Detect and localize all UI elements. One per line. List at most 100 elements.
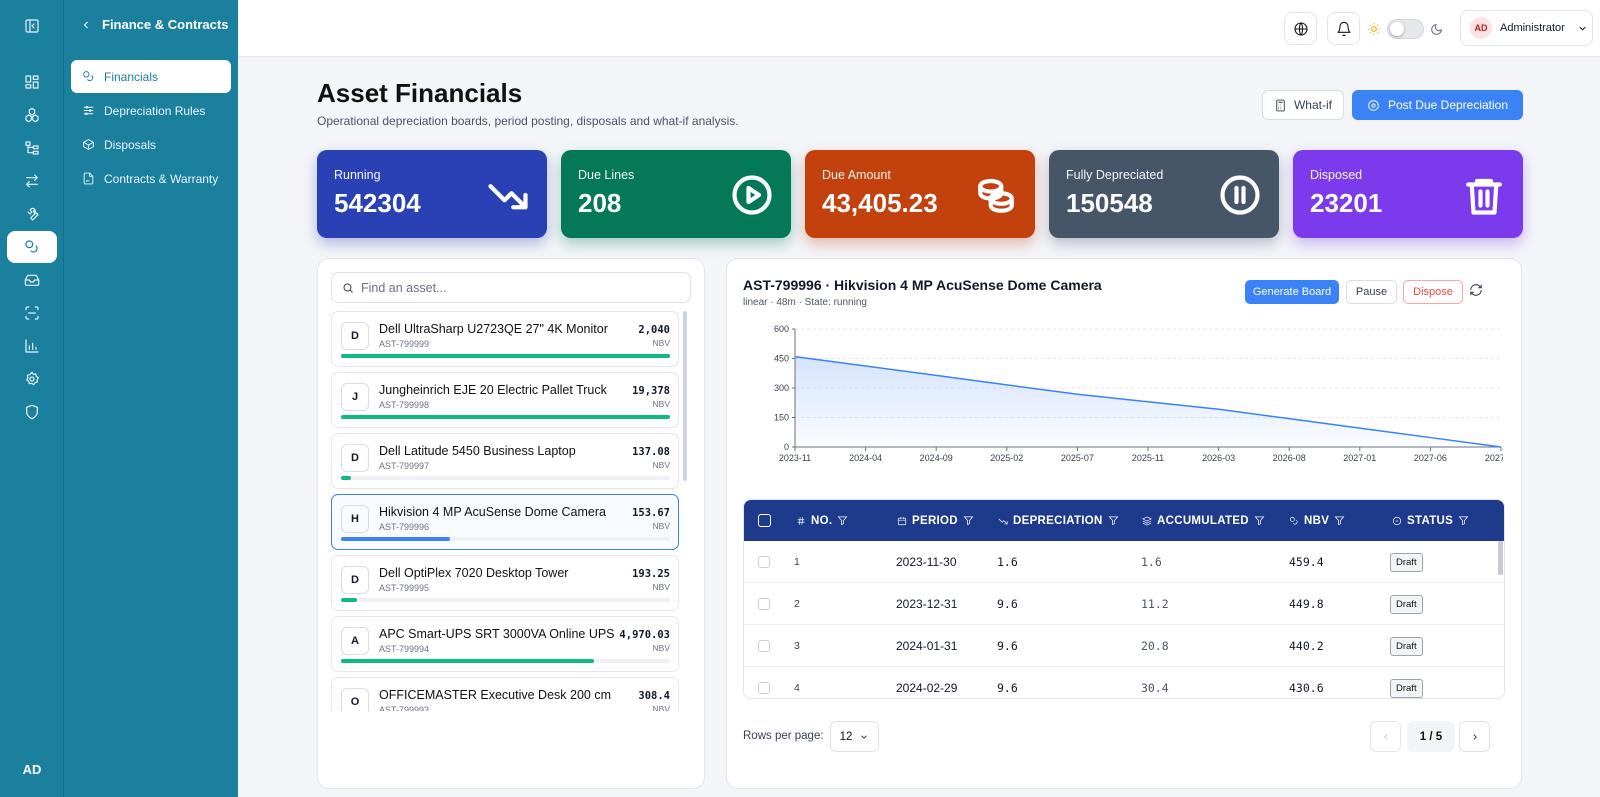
depreciation-progress (341, 598, 670, 602)
sidebar-item-depreciation-rules[interactable]: Depreciation Rules (71, 94, 231, 127)
transfers-icon[interactable] (7, 165, 57, 197)
stat-card-fully-depreciated: Fully Depreciated 150548 (1049, 150, 1279, 238)
cell-accumulated: 20.8 (1141, 639, 1169, 653)
sidebar-item-contracts[interactable]: Contracts & Warranty (71, 162, 231, 195)
pause-button[interactable]: Pause (1346, 280, 1397, 304)
row-checkbox[interactable] (758, 556, 770, 568)
asset-card[interactable]: D Dell UltraSharp U2723QE 27" 4K Monitor A… (331, 311, 679, 367)
chevron-left-icon (83, 21, 88, 28)
page-subtitle: Operational depreciation boards, period … (317, 114, 739, 128)
y-tick-label: 300 (774, 383, 789, 393)
search-icon (343, 283, 353, 293)
asset-card[interactable]: D Dell OptiPlex 7020 Desktop Tower AST-799… (331, 555, 679, 611)
scan-icon[interactable] (7, 297, 57, 329)
refresh-icon (1470, 284, 1482, 296)
asset-detail-panel: AST-799996 · Hikvision 4 MP AcuSense Dom… (726, 258, 1522, 789)
finance-icon[interactable] (7, 231, 57, 263)
hash-icon (797, 516, 805, 525)
asset-list-scrollbar[interactable] (683, 311, 687, 481)
asset-search[interactable]: Find an asset... (331, 272, 691, 303)
filter-icon[interactable] (837, 515, 848, 526)
theme-toggle[interactable] (1387, 19, 1424, 39)
table-row[interactable]: 1 2023-11-30 1.6 1.6 459.4 Draft (744, 541, 1504, 583)
trending-down-icon (998, 518, 1008, 524)
filter-icon[interactable] (1458, 515, 1469, 526)
col-depreciation[interactable]: DEPRECIATION (998, 500, 1119, 541)
row-checkbox[interactable] (758, 640, 770, 652)
coins-icon (83, 71, 94, 82)
generate-board-button[interactable]: Generate Board (1245, 280, 1339, 304)
col-status[interactable]: STATUS (1392, 500, 1469, 541)
table-row[interactable]: 4 2024-02-29 9.6 30.4 430.6 Draft (744, 667, 1504, 698)
table-row[interactable]: 3 2024-01-31 9.6 20.8 440.2 Draft (744, 625, 1504, 667)
theme-switcher (1367, 19, 1443, 39)
asset-id: AST-799995 (379, 583, 430, 593)
row-checkbox[interactable] (758, 682, 770, 694)
refresh-button[interactable] (1469, 283, 1487, 301)
progress-fill (341, 476, 351, 480)
stat-card-running: Running 542304 (317, 150, 547, 238)
asset-id: AST-799997 (379, 461, 430, 471)
post-due-depreciation-button[interactable]: Post Due Depreciation (1352, 90, 1523, 120)
table-row[interactable]: 2 2023-12-31 9.6 11.2 449.8 Draft (744, 583, 1504, 625)
asset-card[interactable]: A APC Smart-UPS SRT 3000VA Online UPS AST-… (331, 616, 679, 672)
reports-icon[interactable] (7, 330, 57, 362)
y-tick-label: 150 (774, 413, 789, 423)
dashboard-icon[interactable] (7, 66, 57, 98)
col-period[interactable]: PERIOD (897, 500, 974, 541)
sidebar-item-financials[interactable]: Financials (71, 60, 231, 93)
play-circle-icon (732, 175, 772, 215)
x-tick-label: 2027-11 (1485, 453, 1503, 463)
next-page-button[interactable] (1459, 721, 1490, 752)
x-tick-label: 2024-09 (920, 453, 953, 463)
x-tick-label: 2025-11 (1132, 453, 1164, 463)
what-if-button[interactable]: What-if (1262, 90, 1344, 120)
asset-letter-badge: D (341, 566, 369, 594)
filter-icon[interactable] (1334, 515, 1345, 526)
rows-per-page-select[interactable]: 12 (830, 721, 879, 752)
sidebar-item-disposals[interactable]: Disposals (71, 128, 231, 161)
row-checkbox[interactable] (758, 598, 770, 610)
sidebar-item-label: Financials (104, 69, 159, 84)
post-label: Post Due Depreciation (1387, 98, 1509, 112)
hierarchy-icon[interactable] (7, 132, 57, 164)
select-all-checkbox[interactable] (758, 500, 771, 541)
asset-nbv-amount: 193.25 (632, 568, 670, 580)
inbox-icon[interactable] (7, 264, 57, 296)
col-accumulated[interactable]: ACCUMULATED (1142, 500, 1265, 541)
col-nbv[interactable]: NBV (1289, 500, 1345, 541)
notifications-button[interactable] (1327, 12, 1360, 45)
progress-fill (341, 537, 450, 541)
col-no[interactable]: NO. (796, 500, 848, 541)
asset-card[interactable]: J Jungheinrich EJE 20 Electric Pallet Tru… (331, 372, 679, 428)
asset-card[interactable]: D Dell Latitude 5450 Business Laptop AST-7… (331, 433, 679, 489)
asset-id: AST-799993 (379, 705, 430, 711)
filter-icon[interactable] (963, 515, 974, 526)
cell-accumulated: 30.4 (1141, 681, 1169, 695)
previous-page-button[interactable] (1370, 721, 1401, 752)
cell-period: 2024-02-29 (896, 681, 958, 695)
filter-icon[interactable] (1108, 515, 1119, 526)
rail-avatar[interactable]: AD (0, 762, 64, 777)
asset-detail-subtitle: linear · 48m · State: running (743, 297, 867, 308)
asset-card[interactable]: H Hikvision 4 MP AcuSense Dome Camera AST-… (331, 494, 679, 550)
depreciation-progress (341, 415, 670, 419)
asset-letter-badge: D (341, 444, 369, 472)
asset-id: AST-799999 (379, 339, 430, 349)
chevron-down-icon (1579, 26, 1586, 31)
user-menu[interactable]: AD Administrator (1460, 10, 1593, 46)
filter-icon[interactable] (1254, 515, 1265, 526)
sidebar-toggle-icon[interactable] (7, 10, 57, 42)
cell-depreciation: 1.6 (997, 555, 1018, 569)
asset-card[interactable]: O OFFICEMASTER Executive Desk 200 cm AST-7… (331, 677, 679, 711)
asset-nbv-label: NBV (652, 704, 670, 711)
table-scrollbar[interactable] (1498, 541, 1503, 575)
sidebar-back[interactable]: Finance & Contracts (80, 17, 228, 32)
dispose-button[interactable]: Dispose (1403, 280, 1463, 304)
security-icon[interactable] (7, 396, 57, 428)
settings-icon[interactable] (7, 363, 57, 395)
assets-icon[interactable] (7, 99, 57, 131)
maintenance-icon[interactable] (7, 198, 57, 230)
asset-nbv-label: NBV (652, 521, 670, 531)
language-button[interactable] (1284, 12, 1317, 45)
